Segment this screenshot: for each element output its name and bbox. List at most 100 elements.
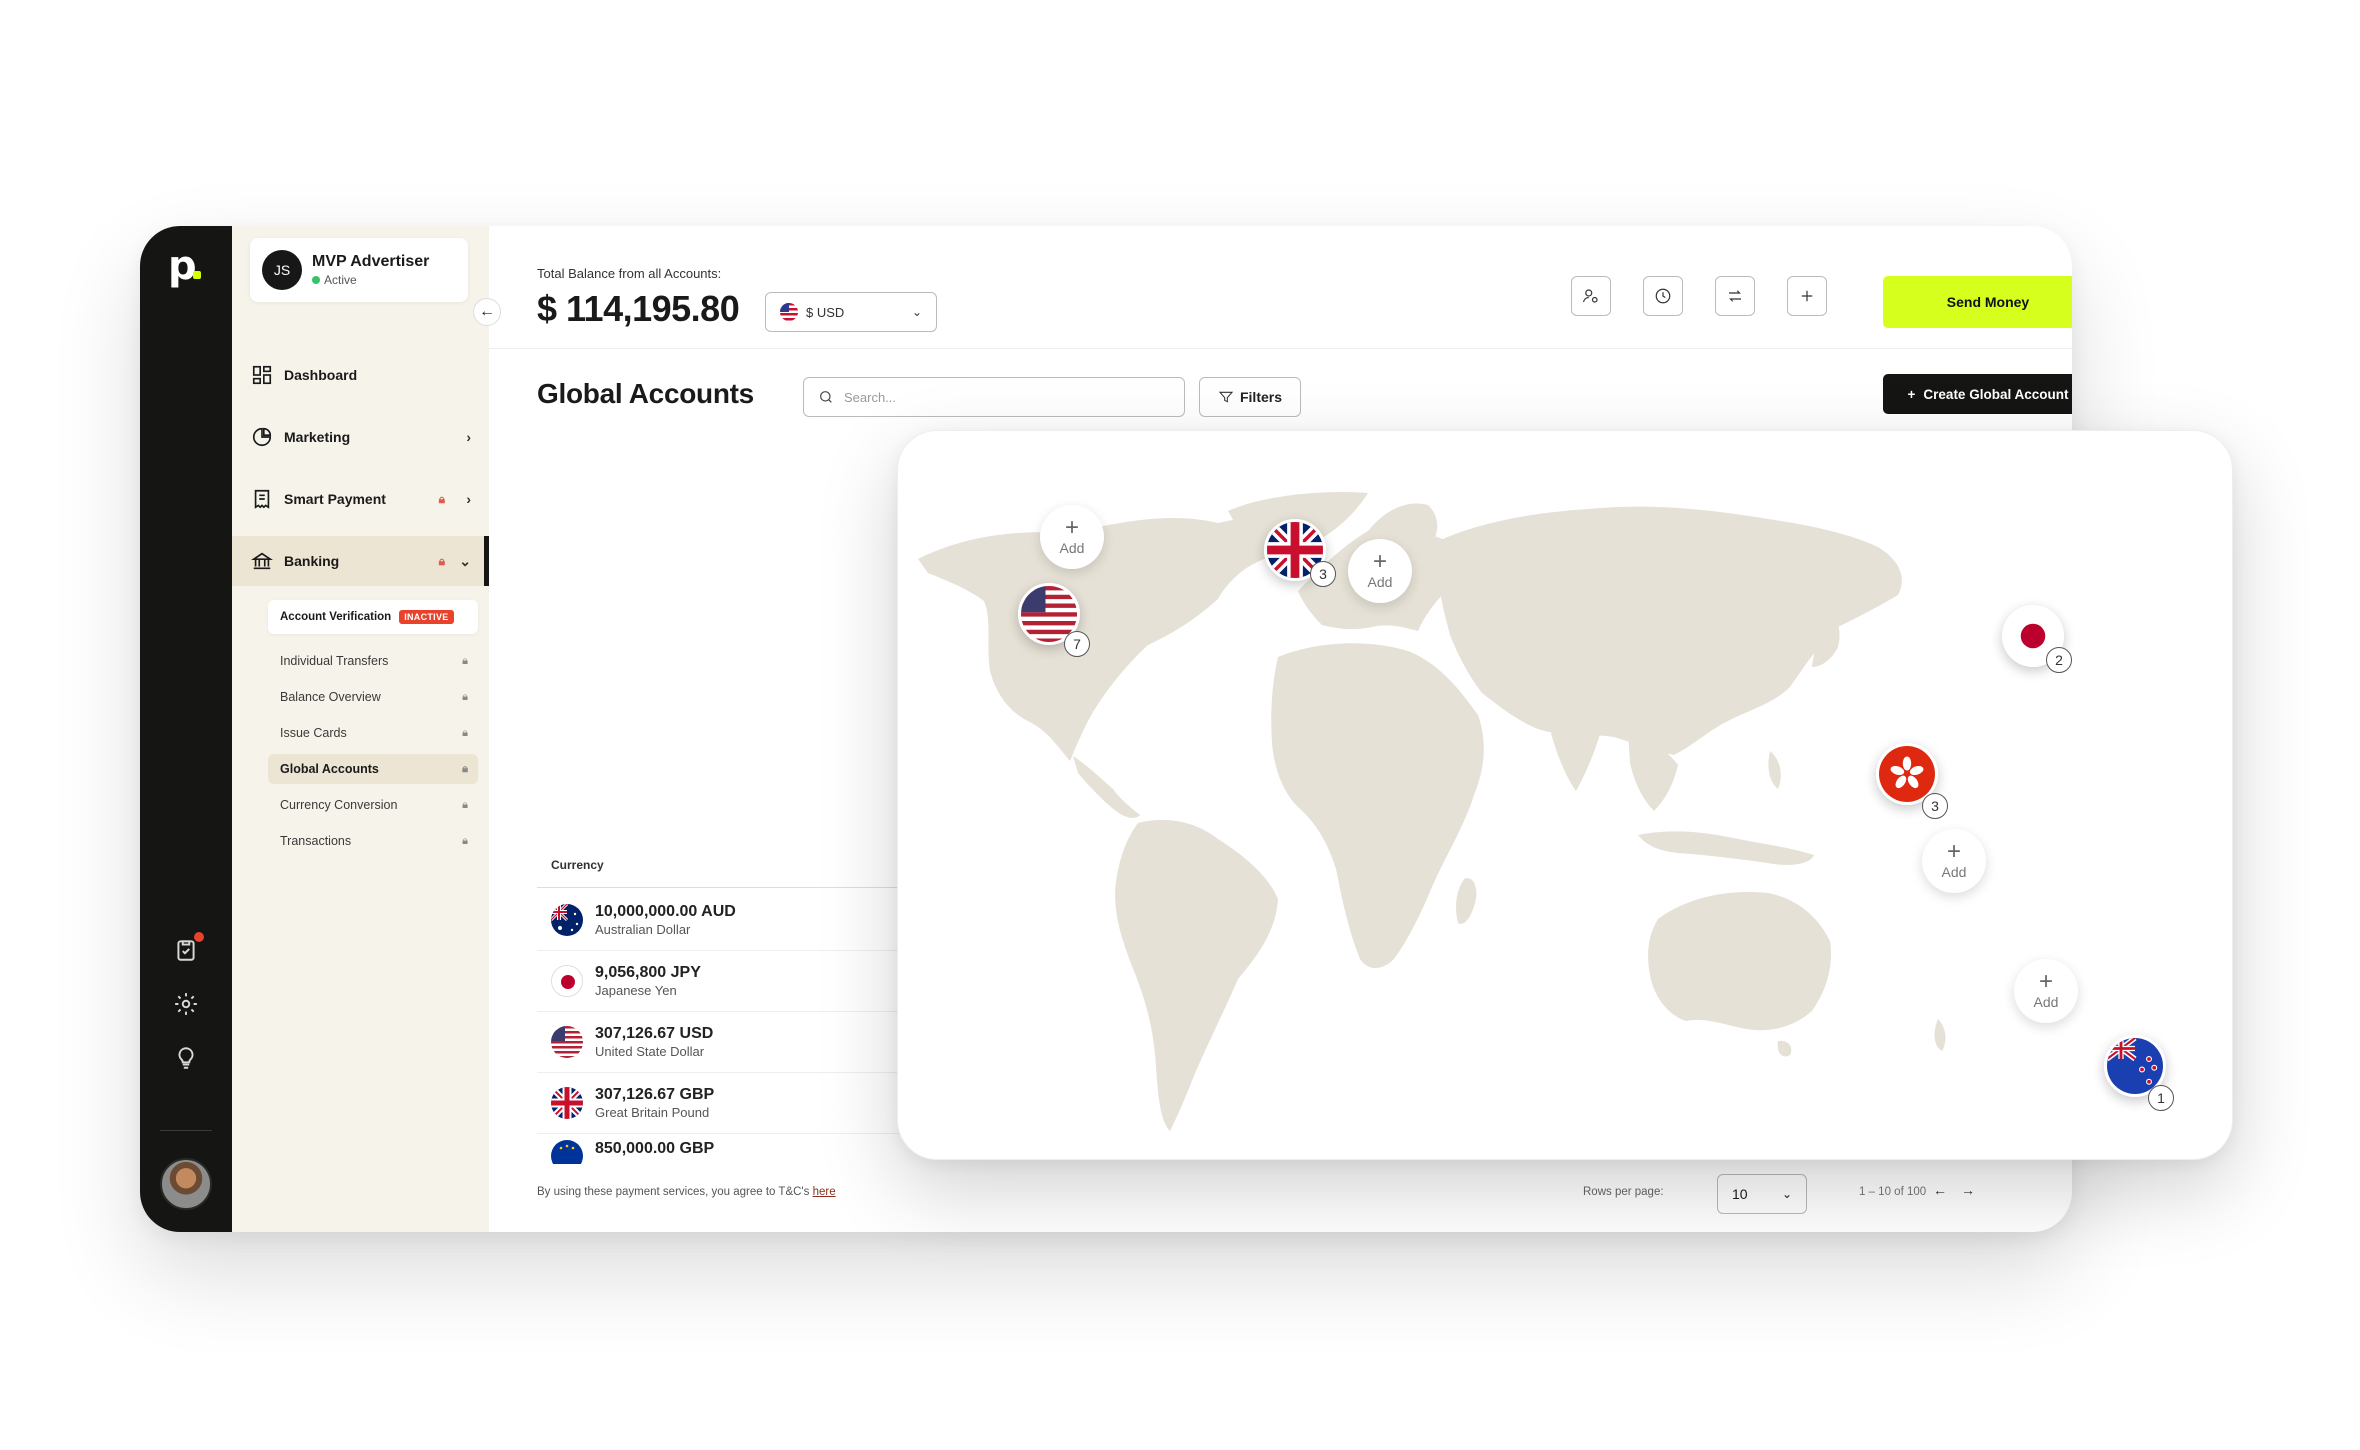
sub-item-global-accounts[interactable]: Global Accounts 🔒︎ bbox=[268, 754, 478, 784]
table-row[interactable]: 9,056,800 JPY Japanese Yen bbox=[537, 951, 937, 1012]
philippines-landmass bbox=[1768, 751, 1781, 789]
sub-item-issue-cards[interactable]: Issue Cards 🔒︎ bbox=[268, 718, 478, 748]
filters-label: Filters bbox=[1239, 389, 1282, 405]
brand-logo[interactable]: p bbox=[168, 246, 204, 286]
row-currency-name: Japanese Yen bbox=[595, 983, 677, 998]
add-account-pin-europe[interactable]: + Add bbox=[1348, 539, 1412, 603]
header-divider bbox=[489, 348, 2072, 349]
send-money-button[interactable]: Send Money bbox=[1883, 276, 2072, 328]
add-account-pin-canada[interactable]: + Add bbox=[1040, 505, 1104, 569]
table-row[interactable]: 307,126.67 USD United State Dollar bbox=[537, 1012, 937, 1073]
add-account-pin-australia[interactable]: + Add bbox=[2014, 959, 2078, 1023]
search-input[interactable]: Search... bbox=[803, 377, 1185, 417]
table-row[interactable]: 10,000,000.00 AUD Australian Dollar bbox=[537, 890, 937, 951]
sub-item-currency-conversion[interactable]: Currency Conversion 🔒︎ bbox=[268, 790, 478, 820]
balance-label: Total Balance from all Accounts: bbox=[537, 266, 722, 281]
profile-card[interactable]: JS MVP Advertiser Active bbox=[250, 238, 468, 302]
sub-item-label: Balance Overview bbox=[280, 690, 381, 704]
currency-select[interactable]: $ USD ⌄ bbox=[765, 292, 937, 332]
us-flag-icon bbox=[551, 1026, 583, 1058]
profile-initials: JS bbox=[262, 250, 302, 290]
nav-smart-payment[interactable]: Smart Payment 🔒︎ › bbox=[232, 474, 489, 524]
gb-flag-icon bbox=[551, 1087, 583, 1119]
table-row[interactable]: 850,000.00 GBP bbox=[537, 1134, 937, 1164]
central-america-landmass bbox=[1073, 756, 1140, 818]
user-settings-button[interactable] bbox=[1571, 276, 1611, 316]
rows-per-page-label: Rows per page: bbox=[1583, 1186, 1664, 1198]
sub-item-individual-transfers[interactable]: Individual Transfers 🔒︎ bbox=[268, 646, 478, 676]
filters-button[interactable]: Filters bbox=[1199, 377, 1301, 417]
sub-item-transactions[interactable]: Transactions 🔒︎ bbox=[268, 826, 478, 856]
sub-item-label: Transactions bbox=[280, 834, 352, 848]
sub-item-label: Individual Transfers bbox=[280, 654, 389, 668]
pin-count-gb: 3 bbox=[1310, 561, 1336, 587]
user-avatar[interactable] bbox=[160, 1158, 212, 1210]
add-button[interactable] bbox=[1787, 276, 1827, 316]
lightbulb-icon[interactable] bbox=[172, 1044, 200, 1072]
pin-count-hk: 3 bbox=[1922, 793, 1948, 819]
nav-smart-payment-label: Smart Payment bbox=[284, 491, 386, 507]
marketing-icon bbox=[250, 425, 274, 449]
settings-icon[interactable] bbox=[172, 990, 200, 1018]
lock-icon: 🔒︎ bbox=[462, 798, 468, 811]
next-page-button[interactable]: → bbox=[1961, 1182, 1975, 1198]
icon-rail: p bbox=[140, 226, 232, 1232]
lock-icon: 🔒︎ bbox=[462, 762, 468, 775]
row-currency-name: Australian Dollar bbox=[595, 922, 691, 937]
plus-icon bbox=[1801, 290, 1813, 302]
add-label: Add bbox=[1367, 574, 1393, 590]
chevron-down-icon: ⌄ bbox=[1781, 1187, 1792, 1201]
chevron-right-icon: › bbox=[466, 491, 471, 507]
rows-per-page-value: 10 bbox=[1732, 1186, 1748, 1202]
rows-per-page-select[interactable]: 10 ⌄ bbox=[1717, 1174, 1807, 1214]
nav-banking[interactable]: Banking 🔒︎ ⌄ bbox=[232, 536, 489, 586]
table-row[interactable]: 307,126.67 GBP Great Britain Pound bbox=[537, 1073, 937, 1134]
create-global-account-button[interactable]: + Create Global Account bbox=[1883, 374, 2072, 414]
currency-select-value: $ USD bbox=[806, 304, 845, 320]
plus-icon: + bbox=[1946, 838, 1961, 865]
stage: p JS MVP Advertiser Active ← Dashboard M… bbox=[0, 0, 2360, 1450]
eu-flag-icon bbox=[551, 1140, 583, 1164]
notification-dot bbox=[194, 932, 204, 942]
nav-marketing[interactable]: Marketing › bbox=[232, 412, 489, 462]
world-map-card: 7 3 2 3 1 + Add + Add + Add + Add bbox=[897, 430, 2233, 1160]
row-amount: 307,126.67 USD bbox=[595, 1025, 714, 1042]
receipt-icon bbox=[250, 487, 274, 511]
row-amount: 10,000,000.00 AUD bbox=[595, 903, 736, 920]
prev-page-button[interactable]: ← bbox=[1933, 1182, 1947, 1198]
bank-icon bbox=[250, 549, 274, 573]
table-header-currency: Currency bbox=[537, 858, 937, 888]
swap-icon bbox=[1729, 290, 1741, 302]
account-verification-item[interactable]: Account Verification INACTIVE bbox=[268, 600, 478, 634]
row-amount: 307,126.67 GBP bbox=[595, 1086, 715, 1103]
page-title: Global Accounts bbox=[537, 378, 754, 409]
rail-divider bbox=[160, 1130, 212, 1131]
sub-item-balance-overview[interactable]: Balance Overview 🔒︎ bbox=[268, 682, 478, 712]
lock-icon: 🔒︎ bbox=[462, 654, 468, 667]
add-label: Add bbox=[2033, 994, 2059, 1010]
terms-link[interactable]: here bbox=[813, 1186, 836, 1198]
indonesia-landmass bbox=[1638, 831, 1814, 865]
lock-icon: 🔒︎ bbox=[462, 690, 468, 703]
au-flag-icon bbox=[551, 904, 583, 936]
terms-text: By using these payment services, you agr… bbox=[537, 1186, 810, 1198]
pagination-range: 1 – 10 of 100 bbox=[1859, 1186, 1927, 1198]
tasks-icon[interactable] bbox=[172, 932, 204, 964]
nav-dashboard[interactable]: Dashboard bbox=[232, 350, 489, 400]
transfer-button[interactable] bbox=[1715, 276, 1755, 316]
search-icon bbox=[820, 391, 832, 403]
add-account-pin-southeast-asia[interactable]: + Add bbox=[1922, 829, 1986, 893]
row-amount: 850,000.00 GBP bbox=[595, 1140, 715, 1157]
search-placeholder: Search... bbox=[844, 389, 897, 405]
nav-marketing-label: Marketing bbox=[284, 429, 351, 445]
inactive-badge: INACTIVE bbox=[399, 610, 454, 624]
history-button[interactable] bbox=[1643, 276, 1683, 316]
australia-landmass bbox=[1648, 892, 1832, 1031]
sub-item-label: Global Accounts bbox=[280, 762, 379, 776]
row-amount: 9,056,800 JPY bbox=[595, 964, 701, 981]
plus-icon: + bbox=[2038, 968, 2053, 995]
pin-count-nz: 1 bbox=[2148, 1085, 2174, 1111]
add-label: Add bbox=[1941, 864, 1967, 880]
profile-name: MVP Advertiser bbox=[312, 253, 430, 270]
lock-icon: 🔒︎ bbox=[462, 834, 468, 847]
